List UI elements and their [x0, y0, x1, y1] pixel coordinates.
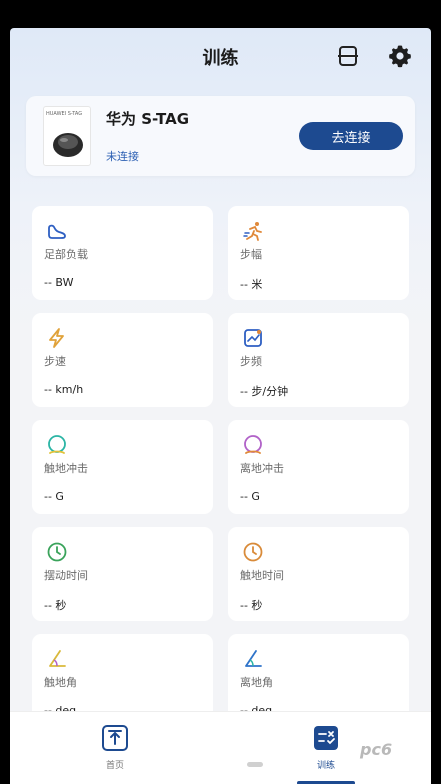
- trend-chart-icon: [244, 329, 262, 347]
- foot-icon: [48, 224, 66, 239]
- device-card: HUAWEI S-TAG 华为 S-TAG 未连接 去连接: [26, 96, 415, 176]
- scan-icon[interactable]: [336, 44, 360, 68]
- metric-value: -- G: [240, 490, 260, 503]
- metric-label: 摆动时间: [44, 569, 88, 582]
- metric-value: -- G: [44, 490, 64, 503]
- metric-card-ground-impact[interactable]: 触地冲击 -- G: [32, 420, 213, 514]
- metric-label: 触地角: [44, 676, 77, 689]
- watermark: pc6: [360, 740, 393, 759]
- metric-label: 触地时间: [240, 569, 284, 582]
- device-name: 华为 S-TAG: [106, 110, 190, 128]
- metric-label: 足部负载: [44, 248, 88, 261]
- home-upload-icon: [102, 725, 128, 751]
- clock-icon: [47, 542, 67, 562]
- device-image: HUAWEI S-TAG: [43, 106, 91, 166]
- metric-label: 步幅: [240, 248, 262, 261]
- metric-label: 步速: [44, 355, 66, 368]
- tab-training[interactable]: 训练: [296, 724, 356, 771]
- metric-label: 触地冲击: [44, 462, 88, 475]
- metric-value: -- 米: [240, 278, 263, 291]
- metric-value: -- BW: [44, 276, 74, 289]
- app-screen: 训练 HUAWEI S-TAG 华为 S-TAG 未连接 去连接 足部负载 --…: [10, 28, 431, 784]
- clock-icon: [243, 542, 263, 562]
- page-title: 训练: [202, 48, 239, 69]
- metric-label: 离地冲击: [240, 462, 284, 475]
- tab-training-label: 训练: [316, 761, 335, 771]
- connect-button[interactable]: 去连接: [299, 122, 403, 150]
- metric-card-cadence[interactable]: 步频 -- 步/分钟: [228, 313, 409, 407]
- stride-icon: [243, 222, 262, 241]
- metric-card-stride[interactable]: 步幅 -- 米: [228, 206, 409, 300]
- angle-icon: [245, 650, 262, 667]
- device-image-brand: HUAWEI S-TAG: [46, 111, 83, 117]
- angle-icon: [49, 650, 66, 667]
- metric-value: -- km/h: [44, 383, 84, 396]
- metric-card-speed[interactable]: 步速 -- km/h: [32, 313, 213, 407]
- lightning-icon: [49, 328, 64, 348]
- training-checklist-icon: [314, 726, 338, 750]
- metric-value: -- 秒: [240, 599, 263, 612]
- metric-card-foot-load[interactable]: 足部负载 -- BW: [32, 206, 213, 300]
- metric-value: -- 步/分钟: [240, 385, 289, 398]
- metric-label: 离地角: [240, 676, 273, 689]
- impact-icon: [48, 435, 66, 454]
- metric-card-contact-time[interactable]: 触地时间 -- 秒: [228, 527, 409, 621]
- header: 训练: [10, 28, 431, 86]
- gear-icon[interactable]: [388, 44, 412, 68]
- device-status: 未连接: [106, 150, 139, 163]
- impact-icon: [244, 435, 262, 454]
- metric-grid: 足部负载 -- BW 步幅 -- 米 步速 -- km/h 步频 -- 步/分钟…: [32, 206, 409, 728]
- metric-value: -- 秒: [44, 599, 67, 612]
- tab-home-label: 首页: [105, 761, 124, 771]
- tab-home[interactable]: 首页: [85, 724, 145, 771]
- metric-card-lift-impact[interactable]: 离地冲击 -- G: [228, 420, 409, 514]
- metric-card-swing-time[interactable]: 摆动时间 -- 秒: [32, 527, 213, 621]
- home-indicator-pill: [247, 762, 263, 767]
- metric-label: 步频: [240, 355, 262, 368]
